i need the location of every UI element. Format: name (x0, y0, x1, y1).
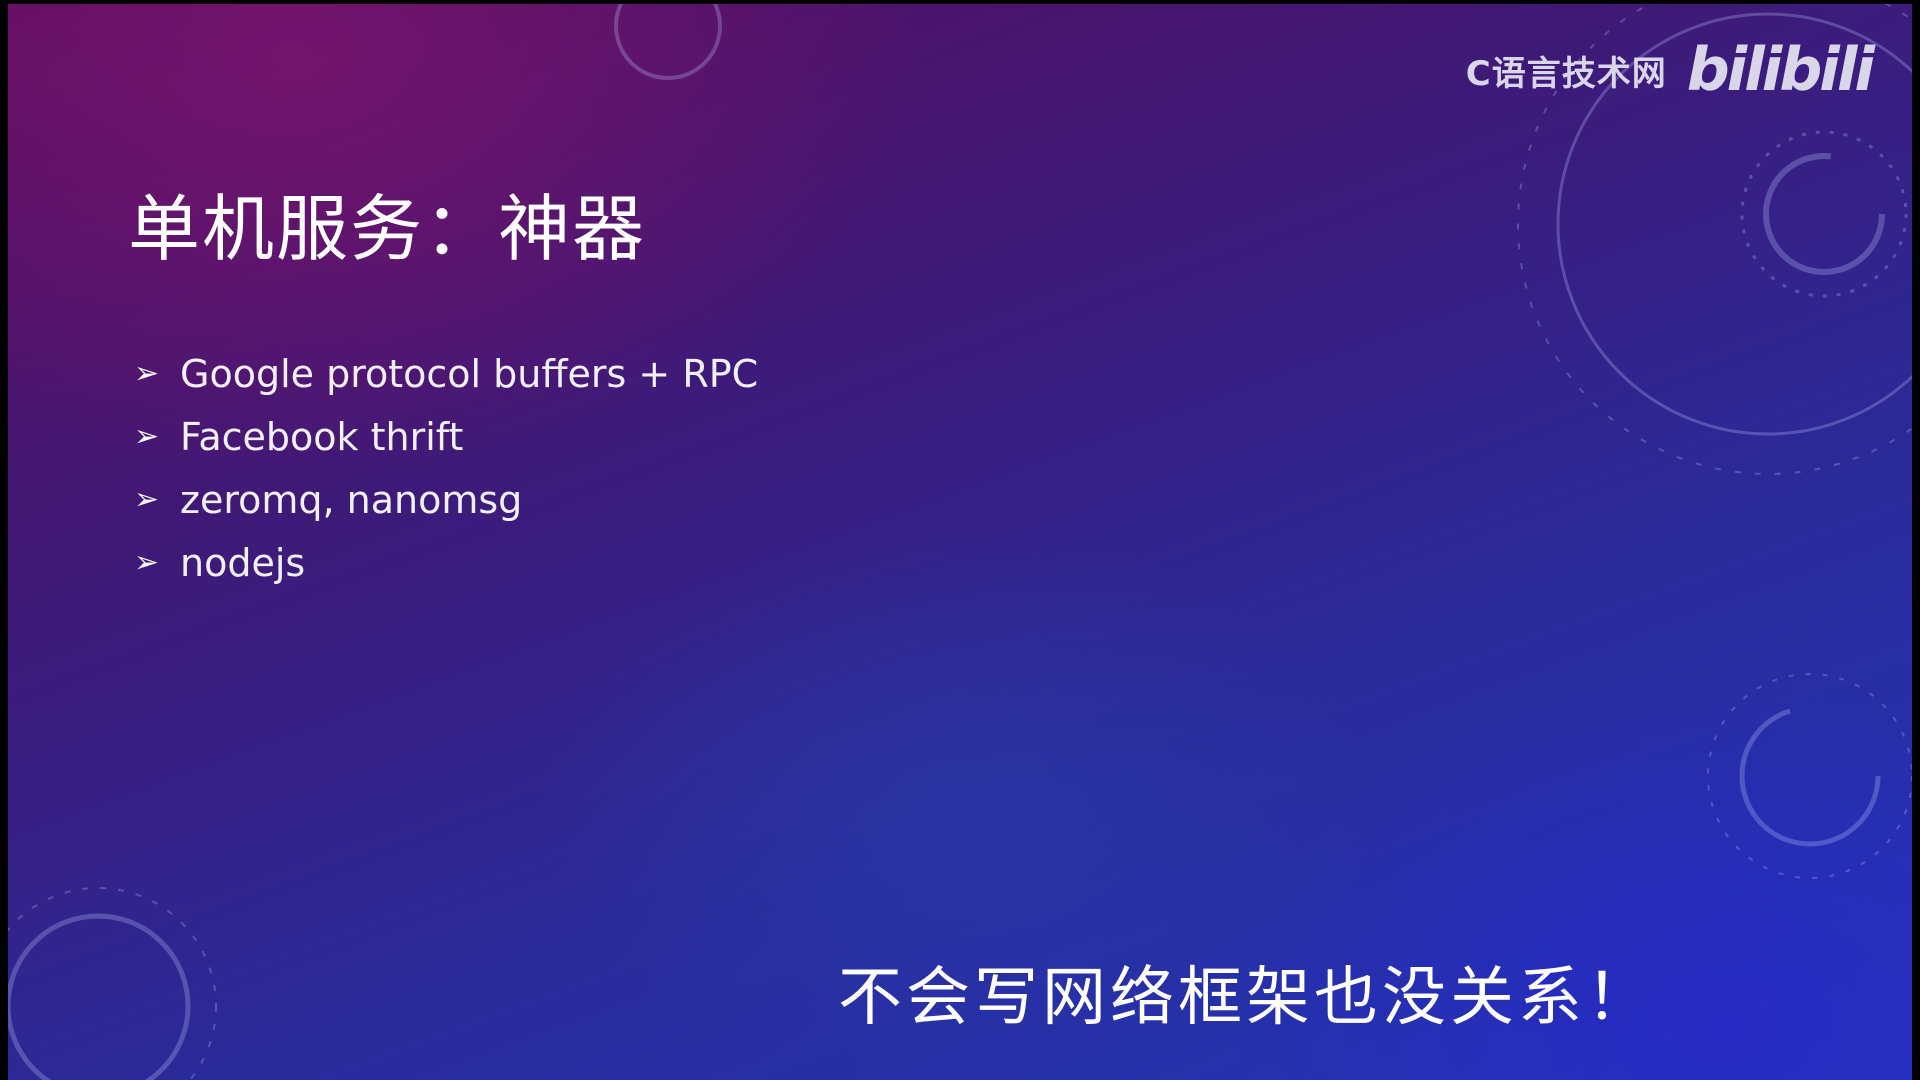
video-subtitle: 不会写网络框架也没关系！ (838, 961, 1654, 1035)
lower-right-outer-ring (1707, 673, 1912, 879)
bilibili-logo: bilibili (1686, 35, 1875, 105)
video-frame: C语言技术网 bilibili 单机服务：神器 ➢ Google protoco… (0, 0, 1920, 1080)
list-item: ➢ nodejs (134, 531, 758, 594)
arrowhead-bullet-icon: ➢ (134, 419, 160, 454)
arrowhead-bullet-icon: ➢ (134, 482, 160, 517)
list-item: ➢ Facebook thrift (134, 405, 758, 468)
slide-title: 单机服务：神器 (128, 187, 647, 271)
list-item: ➢ Google protocol buffers + RPC (134, 342, 758, 405)
list-item-text: nodejs (180, 540, 306, 585)
arrowhead-bullet-icon: ➢ (134, 545, 160, 580)
list-item-text: zeromq, nanomsg (180, 477, 523, 522)
arrowhead-bullet-icon: ➢ (134, 356, 160, 391)
watermark: C语言技术网 bilibili (1465, 35, 1875, 105)
right-small-ring (1763, 153, 1885, 275)
bullet-list: ➢ Google protocol buffers + RPC ➢ Facebo… (134, 342, 758, 594)
slide: C语言技术网 bilibili 单机服务：神器 ➢ Google protoco… (8, 4, 1912, 1080)
top-small-ring (614, 4, 722, 80)
list-item-text: Facebook thrift (180, 414, 464, 459)
lower-right-ring (1739, 705, 1881, 847)
watermark-site-text: C语言技术网 (1465, 53, 1667, 94)
list-item: ➢ zeromq, nanomsg (134, 468, 758, 531)
bottom-left-ring (8, 913, 191, 1080)
list-item-text: Google protocol buffers + RPC (180, 351, 759, 396)
